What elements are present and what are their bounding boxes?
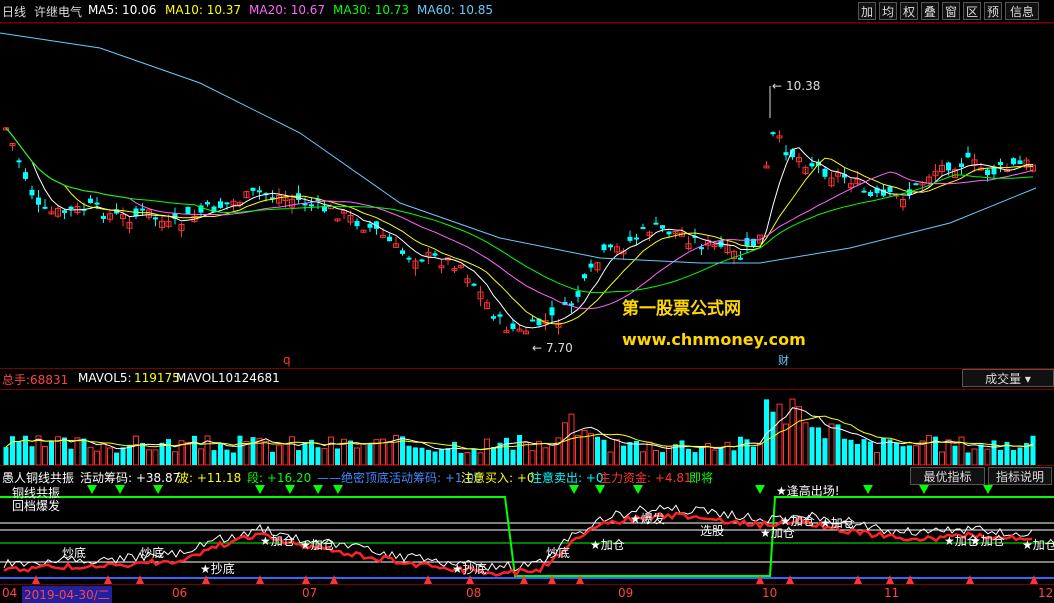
indicator-explain-button[interactable]: 指标说明	[988, 467, 1052, 485]
axis-month-0: 06	[172, 586, 188, 600]
signal-label-3: ★加仓	[300, 538, 335, 552]
signal-top: ★逢高出场!	[776, 485, 840, 498]
legend-line-1: 铜线共振	[12, 485, 60, 500]
toolbar-button-2[interactable]: 权	[900, 2, 918, 20]
axis-month-3: 09	[618, 586, 634, 600]
svg-text:←: ←	[772, 79, 782, 93]
signal-label-9: ★爆发	[630, 511, 665, 526]
axis-month-2: 08	[466, 586, 482, 600]
indicator-item-1: 波: +11.18	[177, 471, 242, 485]
period-label[interactable]: 日线	[2, 3, 26, 20]
toolbar-button-1[interactable]: 均	[879, 2, 897, 20]
signal-label-5: ★抄底	[452, 561, 487, 576]
signal-label-6: 炒底	[546, 545, 570, 560]
watermark-title: 第一股票公式网	[622, 299, 741, 319]
axis-month-4: 10	[762, 586, 778, 600]
volume-chart[interactable]	[0, 389, 1054, 465]
chart-header: 日线 许继电气 MA5: 10.06 MA10: 10.37 MA20: 10.67…	[0, 0, 1054, 23]
best-indicator-button[interactable]: 最优指标	[910, 467, 985, 485]
ma-item-2: MA20: 10.67	[249, 3, 326, 17]
indicator-name: 愚人铜线共振	[2, 471, 75, 485]
candlesticks	[3, 126, 1036, 335]
signal-label-15: ★加仓	[780, 514, 815, 528]
ma-item-4: MA60: 10.85	[417, 3, 494, 17]
cursor-date[interactable]: 2019-04-30/二	[22, 586, 112, 603]
indicator-header: 愚人铜线共振 活动筹码: +38.87 波: +11.18 段: +16.20 ——绝…	[0, 465, 1054, 486]
low-annotation: ← 7.70	[532, 341, 573, 355]
indicator-last: 即将	[689, 471, 714, 485]
watermark-url: www.chnmoney.com	[622, 330, 806, 349]
toolbar-button-5[interactable]: 区	[963, 2, 981, 20]
signal-label-11: ★加仓	[760, 526, 795, 540]
ma-item-1: MA10: 10.37	[165, 3, 242, 17]
signal-label-2: ★加仓	[260, 534, 295, 548]
svg-text:←: ←	[532, 341, 542, 355]
toolbar-button-6[interactable]: 预	[984, 2, 1002, 20]
mavol5-label: MAVOL5:	[78, 371, 132, 385]
ma-item-3: MA30: 10.73	[333, 3, 410, 17]
price-chart[interactable]: ← 10.38 ← 7.70 q 财	[0, 23, 1054, 368]
date-axis: 04 2019-04-30/二 06 07 08 09 10 11 12	[0, 584, 1054, 603]
signal-label-4: ★抄底	[200, 561, 235, 576]
axis-first: 04	[2, 586, 18, 600]
signal-label-0: 炒底	[62, 545, 86, 560]
signal-label-7: ★加仓	[590, 538, 625, 552]
high-price-label: 10.38	[786, 79, 820, 93]
axis-month-5: 11	[884, 586, 900, 600]
legend-line-2: 回档爆发	[12, 498, 60, 513]
moving-average-lines	[0, 32, 1037, 329]
indicator-item-3: ——绝密顶底活动筹码: +1.00	[317, 471, 482, 485]
indicator-item-5: 注意卖出: +0	[530, 471, 604, 485]
mavol5-value: 119175	[134, 371, 180, 385]
high-annotation: ← 10.38	[769, 79, 820, 118]
mavol10-label: MAVOL10:	[176, 371, 238, 385]
toolbar-button-3[interactable]: 叠	[921, 2, 939, 20]
low-price-label: 7.70	[546, 341, 573, 355]
axis-month-1: 07	[302, 586, 318, 600]
signal-label-14: ★加仓	[1022, 538, 1054, 552]
indicator-item-0: 活动筹码: +38.87	[80, 471, 181, 485]
indicator-chart[interactable]: 炒底 炒底★加仓 ★加仓★抄底 ★抄底炒底★加仓 ★加仓★爆发选股 ★加仓★加仓★加仓 ★加…	[0, 485, 1054, 584]
toolbar-button-0[interactable]: 加	[858, 2, 876, 20]
indicator-item-4: 注意买入: +0	[461, 471, 535, 485]
signal-label-13: ★加仓	[970, 534, 1005, 548]
signal-label-10: 选股	[700, 524, 724, 538]
signal-label-1: 炒底	[140, 545, 164, 560]
toolbar-button-4[interactable]: 窗	[942, 2, 960, 20]
volume-indicator-dropdown[interactable]: 成交量 ▾	[962, 369, 1054, 387]
event-marker-q: q	[283, 353, 291, 367]
volume-header: 总手:68831 MAVOL5: 119175 MAVOL10: 124681 …	[0, 368, 1054, 390]
axis-month-6: 12	[1038, 586, 1054, 600]
indicator-item-2: 段: +16.20	[247, 471, 312, 485]
ma-item-0: MA5: 10.06	[88, 3, 157, 17]
indicator-item-6: 主力资金: +4.81	[599, 471, 692, 485]
stock-name: 许继电气	[34, 5, 83, 19]
event-marker-cai: 财	[778, 353, 789, 367]
total-label: 总手:68831	[2, 373, 69, 387]
mavol10-value: 124681	[234, 371, 280, 385]
toolbar-button-7[interactable]: 信息	[1005, 2, 1039, 20]
signal-label-12: ★加仓	[820, 516, 855, 530]
